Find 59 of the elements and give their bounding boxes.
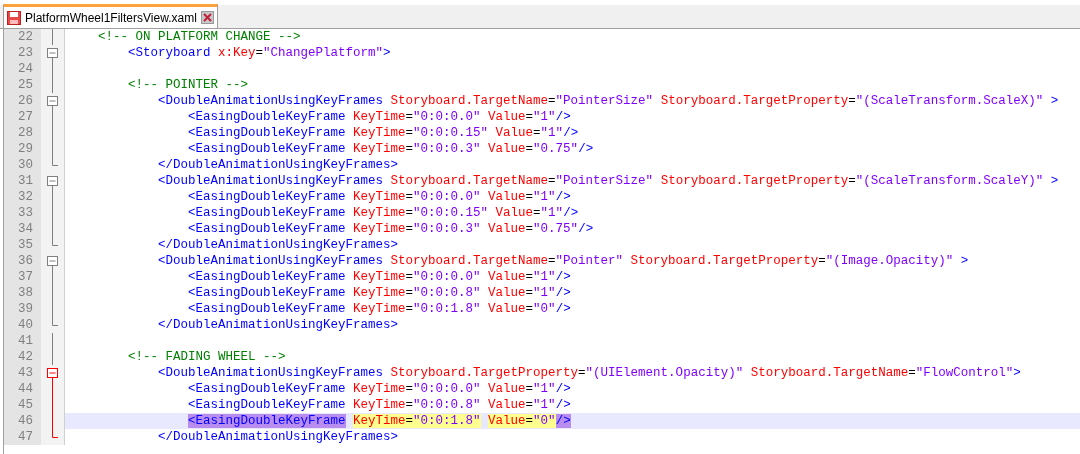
code-line: <EasingDoubleKeyFrame KeyTime="0:0:0.0" Value="1"/>: [187, 381, 571, 397]
code-line: </DoubleAnimationUsingKeyFrames>: [157, 317, 399, 333]
close-icon[interactable]: [200, 11, 214, 24]
tab-label: PlatformWheel1FiltersView.xaml: [25, 9, 197, 27]
code-line: <EasingDoubleKeyFrame KeyTime="0:0:0.3" Value="0.75"/>: [187, 221, 594, 237]
line-number: 47: [4, 429, 41, 445]
line-number: 34: [4, 221, 41, 237]
line-number: 33: [4, 205, 41, 221]
line-number: 26: [4, 93, 41, 109]
code-line: <EasingDoubleKeyFrame KeyTime="0:0:0.0" Value="1"/>: [187, 269, 571, 285]
line-number: 28: [4, 125, 41, 141]
code-line: <DoubleAnimationUsingKeyFrames Storyboard.TargetProperty="(UIElement.Opacity)" Storyboard.TargetName="FlowControl">: [157, 365, 1021, 381]
line-number: 46: [4, 413, 41, 429]
line-number: 25: [4, 77, 41, 93]
line-number: 43: [4, 365, 41, 381]
fold-minus-icon[interactable]: [47, 93, 58, 109]
code-line: <DoubleAnimationUsingKeyFrames Storyboard.TargetName="PointerSize" Storyboard.TargetProperty="(ScaleTransform.ScaleX)" >: [157, 93, 1059, 109]
fold-minus-icon[interactable]: [47, 253, 58, 269]
line-number: 35: [4, 237, 41, 253]
code-line: <DoubleAnimationUsingKeyFrames Storyboard.TargetName="PointerSize" Storyboard.TargetProperty="(ScaleTransform.ScaleY)" >: [157, 173, 1059, 189]
line-number: 42: [4, 349, 41, 365]
line-number: 30: [4, 157, 41, 173]
line-number: 29: [4, 141, 41, 157]
code-line: <EasingDoubleKeyFrame KeyTime="0:0:0.8" Value="1"/>: [187, 285, 571, 301]
code-line: <DoubleAnimationUsingKeyFrames Storyboard.TargetName="Pointer" Storyboard.TargetProperty="(Image.Opacity)" >: [157, 253, 969, 269]
line-number: 39: [4, 301, 41, 317]
code-line: <!-- ON PLATFORM CHANGE -->: [97, 29, 301, 45]
code-line: </DoubleAnimationUsingKeyFrames>: [157, 237, 399, 253]
code-line: <EasingDoubleKeyFrame KeyTime="0:0:0.15" Value="1"/>: [187, 205, 579, 221]
file-tab[interactable]: PlatformWheel1FiltersView.xaml: [3, 4, 218, 28]
code-line: <EasingDoubleKeyFrame KeyTime="0:0:0.3" Value="0.75"/>: [187, 141, 594, 157]
code-line: <Storyboard x:Key="ChangePlatform">: [127, 45, 391, 61]
code-line: </DoubleAnimationUsingKeyFrames>: [157, 157, 399, 173]
code-line: <EasingDoubleKeyFrame KeyTime="0:0:0.8" Value="1"/>: [187, 397, 571, 413]
line-number: 32: [4, 189, 41, 205]
line-number: 24: [4, 61, 41, 77]
line-number: 44: [4, 381, 41, 397]
line-number: 23: [4, 45, 41, 61]
line-number: 27: [4, 109, 41, 125]
code-line: <!-- POINTER -->: [127, 77, 249, 93]
fold-minus-icon[interactable]: [47, 173, 58, 189]
code-line: <EasingDoubleKeyFrame KeyTime="0:0:0.0" Value="1"/>: [187, 189, 571, 205]
save-state-icon: [7, 10, 21, 25]
code-line: <EasingDoubleKeyFrame KeyTime="0:0:0.15" Value="1"/>: [187, 125, 579, 141]
line-number: 38: [4, 285, 41, 301]
code-line: <EasingDoubleKeyFrame KeyTime="0:0:1.8" Value="0"/>: [187, 301, 571, 317]
line-number: 36: [4, 253, 41, 269]
code-line: <EasingDoubleKeyFrame KeyTime="0:0:1.8" Value="0"/>: [187, 413, 571, 429]
line-number: 45: [4, 397, 41, 413]
line-number: 31: [4, 173, 41, 189]
line-number: 37: [4, 269, 41, 285]
code-line: <EasingDoubleKeyFrame KeyTime="0:0:0.0" Value="1"/>: [187, 109, 571, 125]
code-line: </DoubleAnimationUsingKeyFrames>: [157, 429, 399, 445]
code-line: <!-- FADING WHEEL -->: [127, 349, 286, 365]
line-number: 22: [4, 29, 41, 45]
line-number: 40: [4, 317, 41, 333]
fold-minus-icon[interactable]: [47, 45, 58, 61]
line-number: 41: [4, 333, 41, 349]
fold-minus-icon[interactable]: [47, 365, 58, 381]
